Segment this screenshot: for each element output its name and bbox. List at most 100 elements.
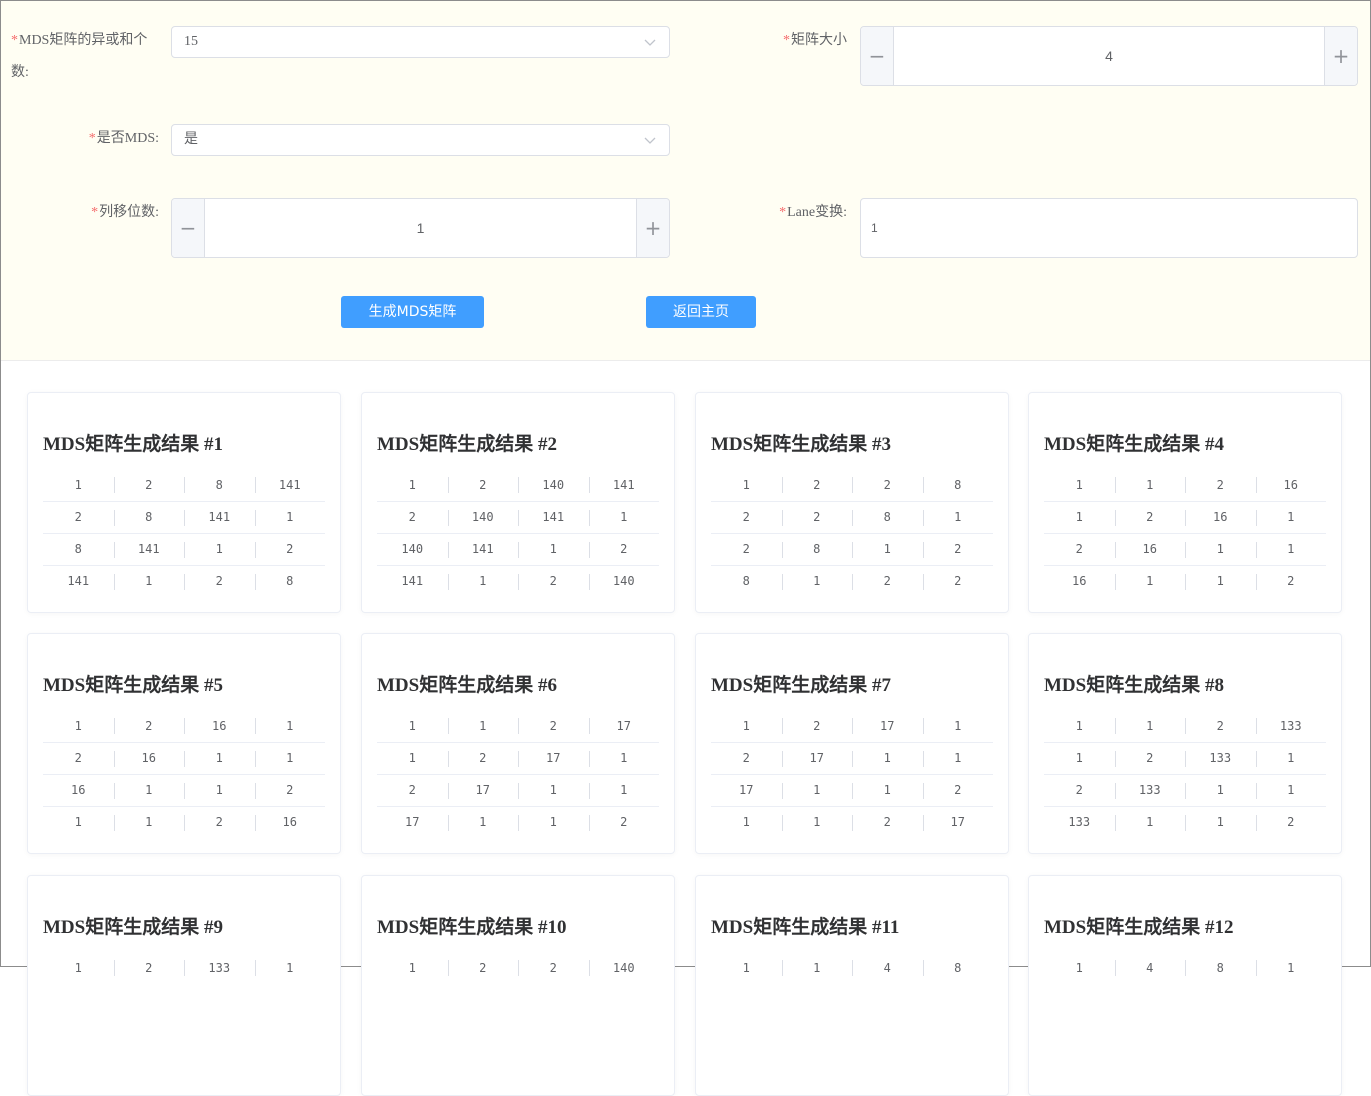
matrix-cell: 2: [254, 773, 325, 806]
matrix-size-increment-button[interactable]: +: [1324, 27, 1357, 85]
matrix-cell: 1: [184, 532, 255, 565]
matrix-cell: 8: [43, 532, 114, 565]
matrix-cell: 16: [184, 710, 255, 742]
result-card-title: MDS矩阵生成结果 #3: [711, 434, 891, 455]
matrix-cell: 1: [742, 477, 750, 492]
matrix-cell: 1: [1185, 532, 1256, 565]
matrix-cell: 1: [588, 500, 659, 533]
matrix-size-stepper[interactable]: − 4 +: [860, 26, 1358, 86]
matrix-cell: 1: [781, 952, 853, 984]
matrix-cell: 1: [254, 710, 326, 742]
matrix-cell: 2: [447, 741, 518, 774]
col-shift-value[interactable]: 1: [205, 199, 636, 257]
matrix-cell: 8: [184, 469, 255, 501]
matrix-cell: 1: [711, 805, 782, 838]
matrix-cell: 17: [852, 710, 923, 742]
chevron-down-icon: [644, 137, 656, 144]
matrix-row: 140 141 1 2: [377, 532, 659, 565]
generate-mds-button[interactable]: 生成MDS矩阵: [341, 296, 484, 328]
matrix-cell: 1: [1255, 952, 1327, 984]
matrix-cell: 2: [113, 710, 185, 742]
matrix-cell: 2: [1185, 469, 1256, 501]
col-shift-label: *列移位数:: [91, 205, 159, 220]
result-card: MDS矩阵生成结果 #7 1 2 17 1 2 17 1 1 17 1 1 2 1 1 2 17: [695, 633, 1009, 854]
form-panel: *MDS矩阵的异或和个数: 15 *矩阵大小 − 4 + *是否MDS: 是 *…: [1, 1, 1370, 361]
matrix-cell: 133: [1185, 741, 1256, 774]
matrix-cell: 141: [43, 564, 114, 597]
matrix-row: 1 2 133 1: [43, 952, 325, 984]
matrix-cell: 16: [1255, 469, 1327, 501]
matrix-cell: 1: [113, 773, 184, 806]
matrix-cell: 1: [1114, 564, 1185, 597]
matrix-cell: 141: [113, 532, 184, 565]
required-mark: *: [779, 205, 787, 220]
matrix-cell: 1: [518, 532, 589, 565]
matrix-cell: 2: [922, 564, 993, 597]
matrix-cell: 140: [447, 500, 518, 533]
matrix-cell: 2: [518, 564, 589, 597]
matrix-size-value[interactable]: 4: [894, 27, 1324, 85]
result-card: MDS矩阵生成结果 #10 1 2 2 140: [361, 875, 675, 1096]
required-mark: *: [88, 131, 96, 146]
matrix-cell: 1: [588, 773, 659, 806]
matrix-cell: 1: [43, 805, 114, 838]
matrix-cell: 141: [254, 469, 326, 501]
matrix-cell: 1: [922, 710, 994, 742]
matrix-cell: 2: [43, 500, 114, 533]
matrix-cell: 1: [518, 773, 589, 806]
matrix-cell: 17: [588, 710, 660, 742]
matrix-size-decrement-button[interactable]: −: [861, 27, 894, 85]
matrix-cell: 1: [408, 718, 416, 733]
matrix-row: 1148: [711, 952, 993, 984]
matrix-cell: 1: [742, 961, 750, 975]
matrix-cell: 2: [184, 805, 255, 838]
matrix-cell: 141: [184, 500, 255, 533]
xor-count-value: 15: [184, 34, 198, 49]
matrix-table: 1 2 133 1: [43, 952, 325, 984]
matrix-cell: 8: [711, 564, 782, 597]
matrix-row: 1 2 16 1: [43, 710, 325, 742]
is-mds-select[interactable]: 是: [171, 124, 670, 156]
matrix-cell: 1: [408, 961, 416, 975]
matrix-cell: 1: [1255, 773, 1326, 806]
result-card: MDS矩阵生成结果 #11 1 1 4 8: [695, 875, 1009, 1096]
col-shift-increment-button[interactable]: +: [636, 199, 669, 257]
matrix-cell: 2: [518, 952, 589, 984]
col-shift-stepper[interactable]: − 1 +: [171, 198, 670, 258]
matrix-cell: 16: [1185, 500, 1256, 533]
matrix-row: 1228: [711, 469, 993, 501]
matrix-cell: 8: [781, 532, 852, 565]
matrix-cell: 16: [113, 741, 184, 774]
matrix-cell: 17: [781, 741, 852, 774]
lane-input[interactable]: 1: [860, 198, 1358, 258]
xor-count-select[interactable]: 15: [171, 26, 670, 58]
result-card-title: MDS矩阵生成结果 #7: [711, 675, 891, 696]
matrix-row: 1 2 133 1: [1044, 741, 1326, 774]
matrix-cell: 133: [184, 952, 255, 984]
matrix-cell: 1: [1075, 961, 1083, 975]
result-card-title: MDS矩阵生成结果 #9: [43, 917, 223, 938]
matrix-cell: 1: [1114, 805, 1185, 838]
matrix-cell: 1: [184, 741, 255, 774]
matrix-cell: 1: [74, 961, 82, 975]
result-card-title: MDS矩阵生成结果 #8: [1044, 675, 1224, 696]
matrix-cell: 2: [1114, 741, 1185, 774]
matrix-cell: 2: [1044, 532, 1115, 565]
matrix-cell: 2: [711, 741, 782, 774]
matrix-cell: 1: [1075, 718, 1083, 733]
result-card: MDS矩阵生成结果 #3 1 2 2 8 2 2 8 1 2 8 1 2 8 1 2 2: [695, 392, 1009, 613]
is-mds-label: *是否MDS:: [88, 131, 159, 146]
matrix-cell: 8: [922, 952, 994, 984]
matrix-table: 1 2 17 1 2 17 1 1 17 1 1 2 1 1 2 17: [711, 710, 993, 838]
matrix-row: 17 1 1 2: [377, 805, 659, 838]
return-home-button[interactable]: 返回主页: [646, 296, 756, 328]
matrix-cell: 2: [113, 469, 185, 501]
matrix-cell: 1: [113, 564, 184, 597]
matrix-cell: 8: [922, 469, 994, 501]
matrix-row: 141 1 2 140: [377, 564, 659, 597]
matrix-cell: 2: [1114, 500, 1185, 533]
matrix-cell: 1: [1114, 710, 1186, 742]
matrix-row: 1 1 2 17: [711, 805, 993, 838]
col-shift-decrement-button[interactable]: −: [172, 199, 205, 257]
matrix-row: 2281: [711, 500, 993, 533]
